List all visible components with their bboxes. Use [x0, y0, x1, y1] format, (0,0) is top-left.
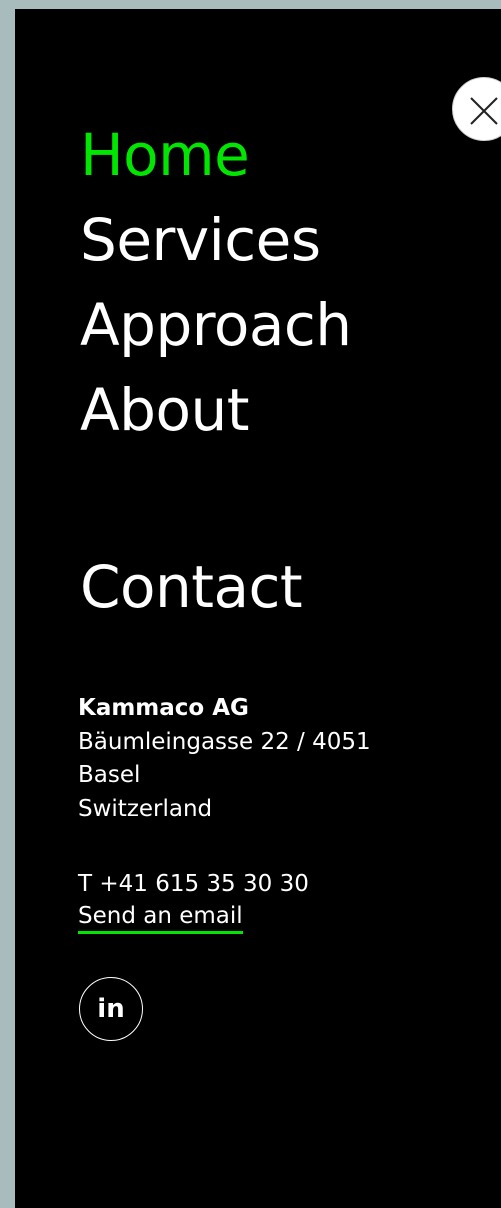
- address-street: Bäumleingasse 22 / 4051: [78, 728, 371, 755]
- menu-item-approach[interactable]: Approach: [80, 283, 352, 368]
- navigation-overlay: Home Services Approach About Contact Kam…: [15, 9, 501, 1208]
- contact-heading: Contact: [80, 553, 303, 621]
- close-icon: [470, 97, 498, 125]
- linkedin-icon: in: [97, 994, 125, 1024]
- menu-item-about[interactable]: About: [80, 368, 352, 453]
- send-email-link[interactable]: Send an email: [78, 901, 243, 934]
- menu-item-services[interactable]: Services: [80, 198, 352, 283]
- address-city: Basel: [78, 762, 141, 788]
- main-menu: Home Services Approach About: [80, 113, 352, 453]
- close-button[interactable]: [452, 77, 501, 141]
- address-block: Kammaco AG Bäumleingasse 22 / 4051 Basel…: [78, 692, 371, 826]
- company-name: Kammaco AG: [78, 695, 249, 721]
- linkedin-button[interactable]: in: [79, 977, 143, 1041]
- menu-item-home[interactable]: Home: [80, 113, 352, 198]
- address-country: Switzerland: [78, 795, 213, 822]
- phone-number: T +41 615 35 30 30: [78, 871, 309, 897]
